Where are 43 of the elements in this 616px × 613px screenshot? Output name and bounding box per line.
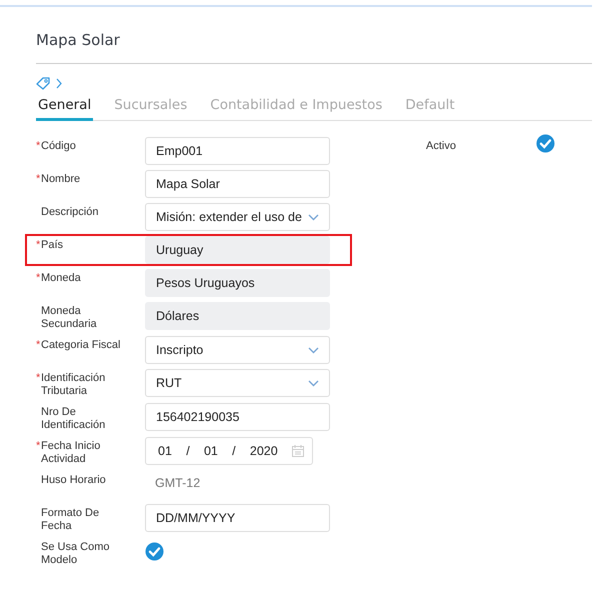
dropdown[interactable]: Inscripto (145, 336, 330, 364)
field-label: Huso Horario (41, 474, 107, 487)
checkbox[interactable] (536, 134, 555, 153)
field-label: Moneda (41, 272, 82, 285)
field-value: GMT-12 (154, 475, 202, 492)
input-field: Pesos Uruguayos (145, 269, 330, 297)
chevron-down-icon (308, 346, 319, 354)
input-field[interactable]: DD/MM/YYYY (145, 504, 330, 532)
required-mark: * (36, 239, 41, 252)
chevron-down-icon (308, 380, 319, 386)
input-field[interactable]: 156402190035 (145, 403, 330, 431)
field-label: Fecha Inicio Actividad (41, 440, 102, 466)
field-label: Activo (426, 139, 457, 153)
field-label: Se Usa Como Modelo (41, 541, 110, 567)
input-field: Dólares (145, 302, 330, 330)
tag-icon[interactable] (36, 76, 50, 90)
chevron-down-icon (308, 214, 319, 220)
field-label: Identificación Tributaria (41, 372, 106, 398)
field-label: País (41, 239, 64, 252)
input-field: Uruguay (145, 236, 330, 264)
field-label: Formato De Fecha (41, 507, 100, 533)
required-mark: * (36, 173, 41, 186)
required-mark: * (36, 372, 41, 386)
calendar-icon[interactable] (292, 445, 304, 457)
chevron-right-icon[interactable] (56, 78, 62, 88)
field-label: Descripción (41, 206, 100, 219)
field-label: Nombre (41, 173, 82, 186)
dropdown[interactable]: RUT (145, 369, 330, 397)
required-mark: * (36, 272, 41, 285)
checkbox[interactable] (145, 542, 164, 561)
tab[interactable]: General (36, 93, 94, 121)
input-field[interactable]: Emp001 (145, 137, 330, 165)
field-label: Nro De Identificación (41, 406, 106, 432)
date-field[interactable]: 01 / 01 / 2020 (145, 437, 313, 465)
field-label: Categoria Fiscal (41, 339, 122, 352)
field-label: Código (41, 140, 77, 153)
required-mark: * (36, 440, 41, 454)
text-area[interactable]: Misión: extender el uso de (145, 203, 330, 231)
page-title: Mapa Solar (36, 31, 120, 49)
required-mark: * (36, 140, 41, 153)
required-mark: * (36, 339, 41, 352)
field-label: Moneda Secundaria (41, 305, 98, 331)
input-field[interactable]: Mapa Solar (145, 170, 330, 198)
